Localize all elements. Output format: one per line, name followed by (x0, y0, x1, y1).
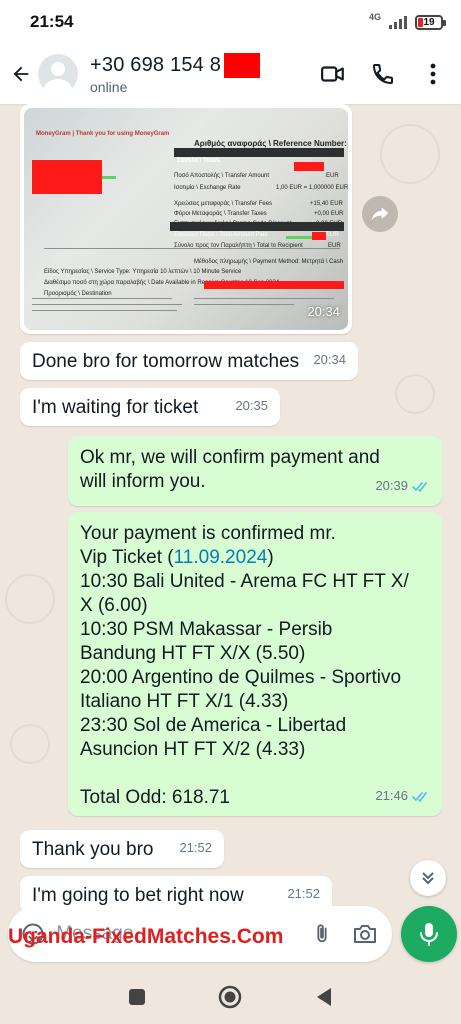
battery-icon: 19 (415, 14, 446, 30)
receipt-redaction (294, 162, 324, 171)
system-nav-bar (0, 970, 461, 1024)
ticket-match-line: Italiano HT FT X/1 (4.33) (80, 691, 289, 712)
clock: 21:54 (30, 12, 74, 31)
video-call-icon[interactable] (311, 52, 355, 96)
message-text: I'm going to bet right now (32, 885, 244, 906)
ticket-body: Your payment is confirmed mr. Vip Ticket… (68, 512, 442, 810)
message-meta: 21:46 (375, 784, 430, 808)
ticket-match-line: Bandung HT FT X/X (5.50) (80, 643, 306, 664)
ticket-title: Vip Ticket (11.09.2024) (80, 547, 274, 568)
receipt-redaction (312, 232, 326, 240)
message-meta: 20:39 (375, 474, 430, 498)
mic-icon (420, 923, 438, 946)
scroll-to-bottom-button[interactable] (410, 860, 446, 896)
background-doodle (395, 374, 435, 414)
network-type: 4G (368, 12, 381, 22)
back-icon[interactable] (304, 977, 344, 1017)
receipt-highlight (102, 176, 116, 179)
receipt-divider (194, 304, 294, 305)
contact-avatar[interactable] (38, 54, 78, 94)
message-time: 20:34 (307, 304, 340, 319)
more-options-icon[interactable] (411, 52, 455, 96)
receipt-divider (32, 310, 177, 311)
camera-icon[interactable] (344, 912, 386, 956)
receipt-divider (44, 248, 340, 249)
home-icon[interactable] (210, 977, 250, 1017)
message-line: Ok mr, we will confirm payment and (80, 447, 380, 468)
receipt-divider (32, 298, 172, 299)
ticket-message[interactable]: Your payment is confirmed mr. Vip Ticket… (68, 512, 442, 816)
message-time: 20:35 (235, 398, 268, 413)
contact-name: +30 698 154 8 5 (90, 53, 239, 76)
message-time: 21:46 (375, 788, 408, 803)
incoming-message[interactable]: Thank you bro 21:52 (20, 830, 224, 868)
read-receipt-icon (412, 791, 427, 802)
contact-status: online (90, 78, 128, 95)
chat-header: +30 698 154 8 5 online (0, 44, 461, 104)
ticket-match-line: 10:30 Bali United - Arema FC HT FT X/ (80, 571, 409, 592)
receipt-highlight (286, 236, 312, 239)
back-arrow-icon[interactable] (4, 54, 38, 94)
status-bar: 21:54 4G 19 (0, 0, 461, 44)
forward-icon[interactable] (362, 196, 398, 232)
double-chevron-down-icon (422, 872, 434, 885)
read-receipt-icon (412, 481, 427, 492)
receipt-divider (32, 304, 182, 305)
header-actions (311, 52, 455, 96)
status-icons: 4G 19 (368, 12, 446, 30)
recent-apps-icon[interactable] (117, 977, 157, 1017)
battery-level: 19 (423, 16, 435, 28)
message-time: 20:34 (313, 352, 346, 367)
receipt-redaction (204, 281, 344, 289)
ticket-match-line: 23:30 Sol de America - Libertad (80, 715, 347, 736)
ticket-match-line: Asuncion HT FT X/2 (4.33) (80, 739, 306, 760)
ticket-match-line: 20:00 Argentino de Quilmes - Sportivo (80, 667, 402, 688)
redaction-box (224, 52, 260, 78)
contact-info[interactable]: +30 698 154 8 5 online (90, 52, 311, 95)
incoming-message[interactable]: Done bro for tomorrow matches 20:34 (20, 342, 358, 380)
message-time: 20:39 (375, 478, 408, 493)
watermark-text: Uganda-FixedMatches.Com (8, 925, 284, 948)
message-text: Done bro for tomorrow matches (32, 351, 300, 372)
ticket-date-link[interactable]: 11.09.2024 (174, 547, 268, 568)
receipt-divider (194, 298, 334, 299)
receipt-service-row: Προορισμός \ Destination (44, 291, 112, 297)
image-message[interactable]: MoneyGram | Thank you for using MoneyGra… (20, 104, 352, 334)
mic-button[interactable] (401, 906, 457, 962)
background-doodle (5, 574, 55, 624)
background-doodle (10, 724, 50, 764)
ticket-match-line: 10:30 PSM Makassar - Persib (80, 619, 333, 640)
receipt-top-strip: MoneyGram | Thank you for using MoneyGra… (36, 131, 170, 137)
outgoing-message[interactable]: Ok mr, we will confirm payment and will … (68, 436, 442, 506)
attach-icon[interactable] (301, 912, 343, 956)
background-doodle (380, 124, 440, 184)
ticket-confirmation: Your payment is confirmed mr. (80, 523, 336, 544)
message-time: 21:52 (287, 886, 320, 901)
ticket-match-line: X (6.00) (80, 595, 148, 616)
receipt-photo[interactable]: MoneyGram | Thank you for using MoneyGra… (24, 108, 348, 330)
receipt-redaction (32, 160, 102, 194)
signal-icon (389, 15, 407, 29)
message-time: 21:52 (179, 840, 212, 855)
voice-call-icon[interactable] (361, 52, 405, 96)
chat-messages: MoneyGram | Thank you for using MoneyGra… (0, 104, 461, 984)
incoming-message[interactable]: I'm waiting for ticket 20:35 (20, 388, 280, 426)
